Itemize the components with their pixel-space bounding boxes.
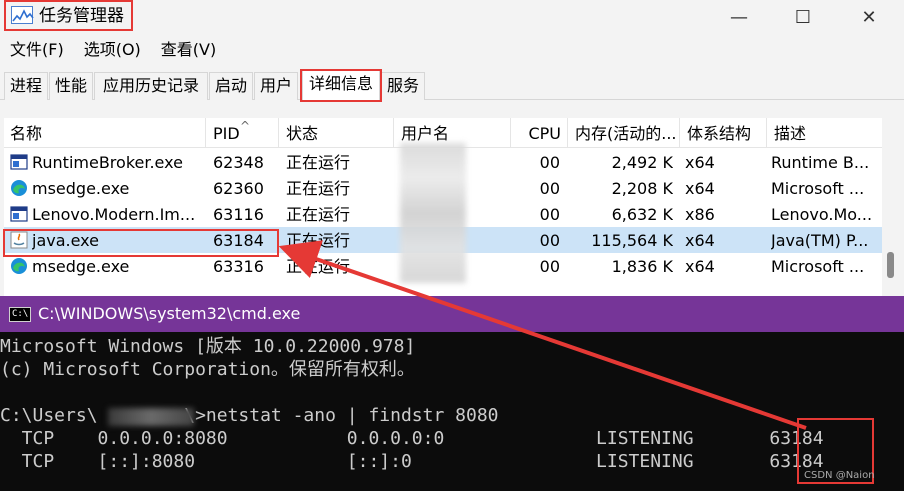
red-arrow-icon	[278, 240, 807, 430]
